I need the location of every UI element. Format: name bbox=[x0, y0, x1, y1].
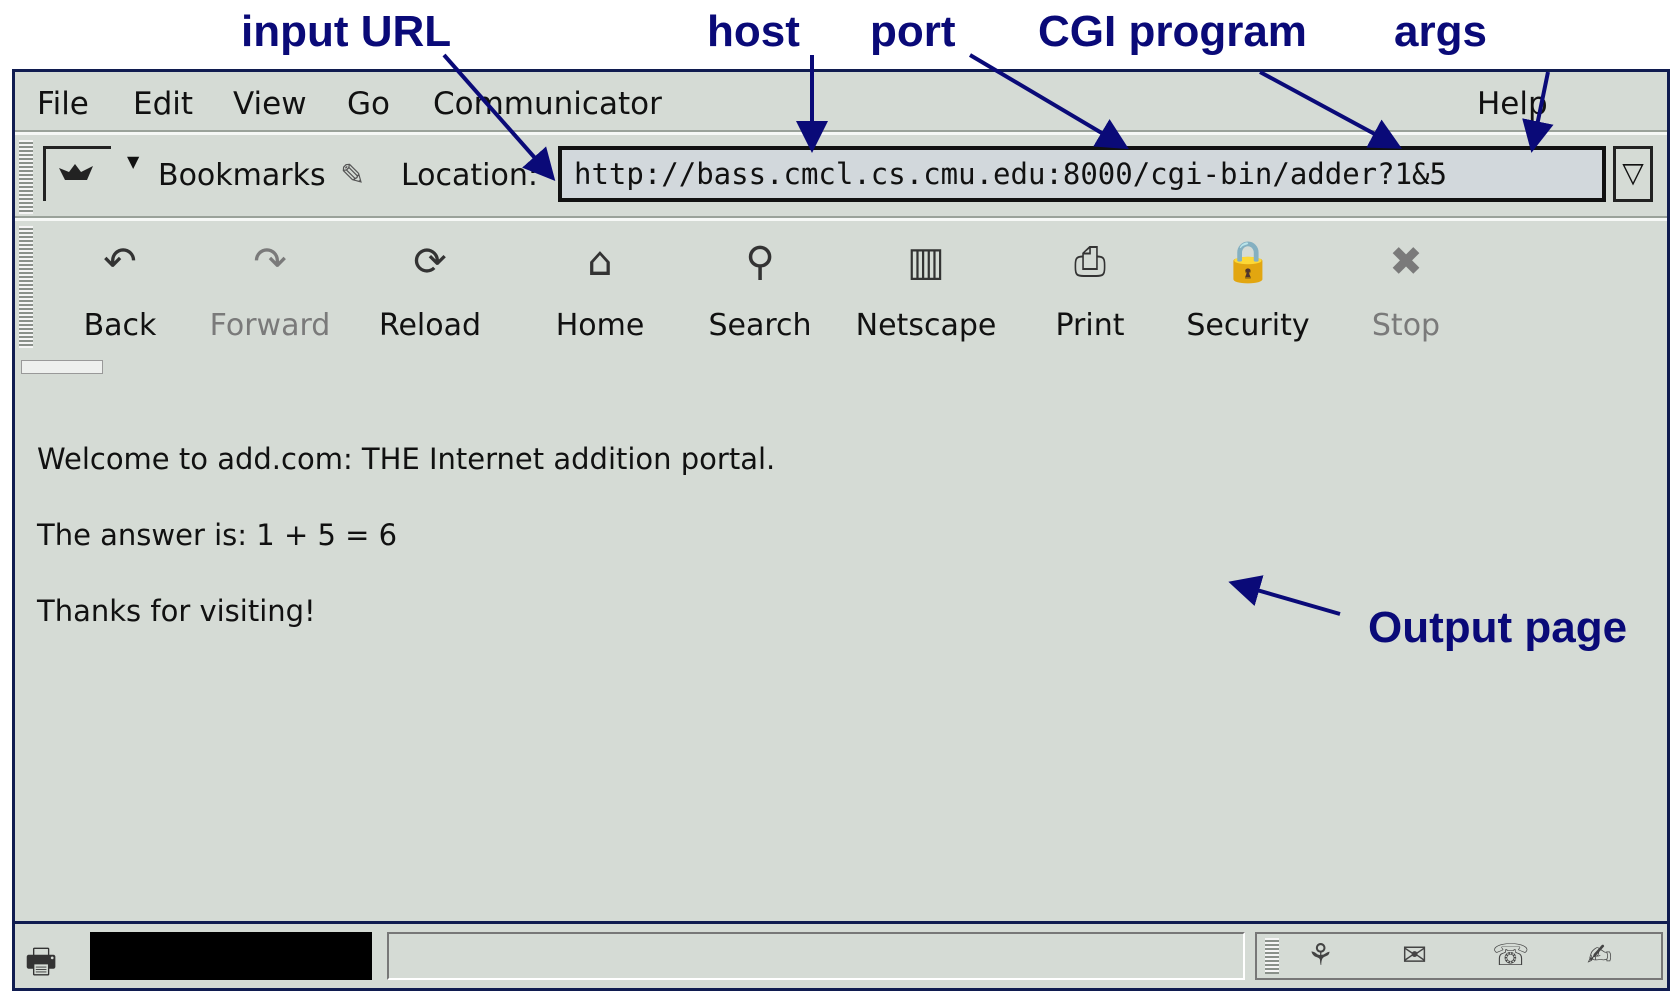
mail-icon[interactable]: ✉ bbox=[1402, 938, 1427, 973]
forward-label: Forward bbox=[209, 308, 331, 343]
menu-communicator[interactable]: Communicator bbox=[433, 86, 662, 122]
stop-button[interactable]: ✖ Stop bbox=[1331, 224, 1481, 349]
menu-help[interactable]: Help bbox=[1477, 86, 1548, 122]
home-button[interactable]: ⌂ Home bbox=[525, 224, 675, 349]
toolbar-grip[interactable] bbox=[19, 140, 33, 214]
bookmarks-icon bbox=[59, 164, 93, 180]
forward-button[interactable]: ↷ Forward bbox=[195, 224, 345, 349]
annotation-input-url: input URL bbox=[241, 7, 452, 56]
reload-button[interactable]: ⟳ Reload bbox=[355, 224, 505, 349]
reload-icon: ⟳ bbox=[413, 239, 447, 285]
location-label: Location: bbox=[401, 158, 538, 193]
annotation-output-page: Output page bbox=[1368, 603, 1628, 652]
back-button[interactable]: ↶ Back bbox=[45, 224, 195, 349]
browser-window: File Edit View Go Communicator Help ▼ Bo… bbox=[12, 69, 1670, 991]
component-bar-grip[interactable] bbox=[1265, 938, 1279, 974]
back-label: Back bbox=[83, 308, 157, 343]
bookmarks-label[interactable]: Bookmarks bbox=[158, 158, 326, 193]
page-proxy-icon[interactable]: ✎ bbox=[340, 158, 365, 193]
home-icon: ⌂ bbox=[587, 239, 613, 285]
annotation-args: args bbox=[1394, 7, 1487, 56]
home-label: Home bbox=[555, 308, 645, 343]
annotation-port: port bbox=[870, 7, 956, 56]
discussions-icon[interactable]: ☏ bbox=[1492, 938, 1530, 973]
forward-arrow-icon: ↷ bbox=[253, 239, 287, 285]
annotation-host: host bbox=[707, 7, 800, 56]
search-icon: ⚲ bbox=[745, 239, 775, 285]
composer-icon[interactable]: ✍ bbox=[1587, 938, 1612, 973]
netscape-label: Netscape bbox=[855, 308, 997, 343]
menu-bar: File Edit View Go Communicator Help bbox=[15, 72, 1667, 132]
progress-bar bbox=[90, 932, 372, 980]
toolbar-grip[interactable] bbox=[19, 226, 33, 348]
stop-label: Stop bbox=[1371, 308, 1441, 343]
search-button[interactable]: ⚲ Search bbox=[685, 224, 835, 349]
menu-edit[interactable]: Edit bbox=[133, 86, 193, 122]
reload-label: Reload bbox=[378, 308, 482, 343]
stop-icon: ✖ bbox=[1389, 239, 1423, 285]
menu-file[interactable]: File bbox=[37, 86, 89, 122]
security-button[interactable]: 🔒 Security bbox=[1173, 224, 1323, 349]
security-status-icon[interactable]: 🖶 bbox=[25, 938, 57, 995]
print-icon: ⎙ bbox=[1074, 239, 1106, 285]
navigation-toolbar: ↶ Back ↷ Forward ⟳ Reload ⌂ Home ⚲ Searc… bbox=[15, 224, 1667, 354]
url-history-dropdown[interactable]: ▽ bbox=[1613, 146, 1653, 202]
url-input[interactable]: http://bass.cmcl.cs.cmu.edu:8000/cgi-bin… bbox=[558, 146, 1606, 202]
security-lock-icon: 🔒 bbox=[1223, 239, 1273, 285]
status-bar: 🖶 ⚘ ✉ ☏ ✍ bbox=[15, 921, 1667, 988]
print-label: Print bbox=[1055, 308, 1125, 343]
component-bar: ⚘ ✉ ☏ ✍ bbox=[1255, 932, 1663, 980]
back-arrow-icon: ↶ bbox=[103, 239, 137, 285]
netscape-icon: ▥ bbox=[907, 239, 945, 285]
content-thanks-text: Thanks for visiting! bbox=[37, 594, 316, 628]
security-label: Security bbox=[1186, 308, 1310, 343]
annotation-cgi-program: CGI program bbox=[1038, 7, 1307, 56]
menu-view[interactable]: View bbox=[233, 86, 307, 122]
search-label: Search bbox=[708, 308, 812, 343]
location-toolbar: ▼ Bookmarks ✎ Location: http://bass.cmcl… bbox=[15, 138, 1667, 216]
content-welcome-text: Welcome to add.com: THE Internet additio… bbox=[37, 442, 776, 476]
content-answer-text: The answer is: 1 + 5 = 6 bbox=[37, 518, 398, 552]
divider bbox=[15, 216, 1667, 221]
netscape-button[interactable]: ▥ Netscape bbox=[851, 224, 1001, 349]
print-button[interactable]: ⎙ Print bbox=[1015, 224, 1165, 349]
divider bbox=[15, 130, 1667, 135]
bookmarks-dropdown-icon: ▼ bbox=[127, 152, 140, 171]
status-message bbox=[387, 932, 1245, 980]
menu-go[interactable]: Go bbox=[347, 86, 390, 122]
navigator-icon[interactable]: ⚘ bbox=[1307, 938, 1334, 973]
